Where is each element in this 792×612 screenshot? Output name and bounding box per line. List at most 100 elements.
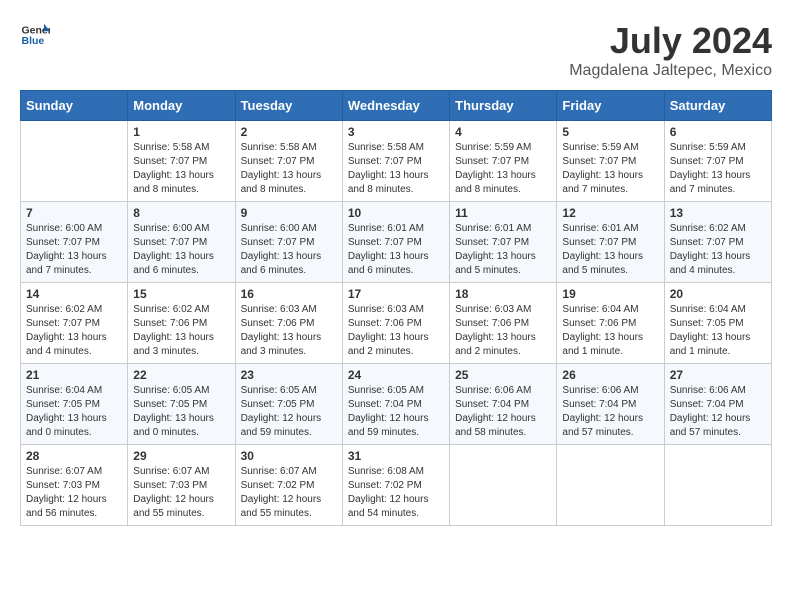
calendar-cell: 16Sunrise: 6:03 AMSunset: 7:06 PMDayligh… <box>235 283 342 364</box>
calendar-week-row: 28 Sunrise: 6:07 AMSunset: 7:03 PMDayligh… <box>21 445 772 526</box>
weekday-header-thursday: Thursday <box>450 91 557 121</box>
calendar-cell: 30 Sunrise: 6:07 AMSunset: 7:02 PMDayligh… <box>235 445 342 526</box>
day-info: Sunrise: 6:04 AMSunset: 7:06 PMDaylight:… <box>562 303 658 359</box>
day-number: 2 <box>241 125 337 139</box>
day-info: Sunrise: 6:04 AMSunset: 7:05 PMDaylight:… <box>670 303 766 359</box>
day-info: Sunrise: 6:08 AMSunset: 7:02 PMDaylight:… <box>348 465 444 521</box>
calendar-cell: 23Sunrise: 6:05 AMSunset: 7:05 PMDayligh… <box>235 364 342 445</box>
calendar-cell: 19 Sunrise: 6:04 AMSunset: 7:06 PMDayligh… <box>557 283 664 364</box>
location-subtitle: Magdalena Jaltepec, Mexico <box>569 62 772 80</box>
weekday-header-friday: Friday <box>557 91 664 121</box>
day-number: 1 <box>133 125 229 139</box>
day-number: 9 <box>241 206 337 220</box>
day-info: Sunrise: 5:58 AMSunset: 7:07 PMDaylight:… <box>133 141 229 197</box>
calendar-cell: 25Sunrise: 6:06 AMSunset: 7:04 PMDayligh… <box>450 364 557 445</box>
calendar-cell: 26Sunrise: 6:06 AMSunset: 7:04 PMDayligh… <box>557 364 664 445</box>
day-number: 27 <box>670 368 766 382</box>
day-info: Sunrise: 6:06 AMSunset: 7:04 PMDaylight:… <box>455 384 551 440</box>
day-info: Sunrise: 6:03 AMSunset: 7:06 PMDaylight:… <box>348 303 444 359</box>
day-info: Sunrise: 6:07 AMSunset: 7:03 PMDaylight:… <box>133 465 229 521</box>
calendar-cell: 12 Sunrise: 6:01 AMSunset: 7:07 PMDayligh… <box>557 202 664 283</box>
calendar-cell: 28Sunrise: 6:07 AMSunset: 7:03 PMDayligh… <box>21 445 128 526</box>
day-info: Sunrise: 5:59 AMSunset: 7:07 PMDaylight:… <box>455 141 551 197</box>
day-number: 4 <box>455 125 551 139</box>
day-number: 7 <box>26 206 122 220</box>
day-number: 24 <box>348 368 444 382</box>
weekday-header-saturday: Saturday <box>664 91 771 121</box>
calendar-cell: 2 Sunrise: 5:58 AMSunset: 7:07 PMDaylight… <box>235 121 342 202</box>
calendar-table: SundayMondayTuesdayWednesdayThursdayFrid… <box>20 90 772 526</box>
day-number: 16 <box>241 287 337 301</box>
calendar-cell: 7 Sunrise: 6:00 AMSunset: 7:07 PMDaylight… <box>21 202 128 283</box>
weekday-header-tuesday: Tuesday <box>235 91 342 121</box>
calendar-cell <box>557 445 664 526</box>
day-info: Sunrise: 5:59 AMSunset: 7:07 PMDaylight:… <box>670 141 766 197</box>
calendar-cell: 24 Sunrise: 6:05 AMSunset: 7:04 PMDayligh… <box>342 364 449 445</box>
calendar-cell <box>450 445 557 526</box>
day-number: 14 <box>26 287 122 301</box>
calendar-week-row: 7 Sunrise: 6:00 AMSunset: 7:07 PMDaylight… <box>21 202 772 283</box>
day-number: 22 <box>133 368 229 382</box>
calendar-cell: 31Sunrise: 6:08 AMSunset: 7:02 PMDayligh… <box>342 445 449 526</box>
day-info: Sunrise: 6:02 AMSunset: 7:07 PMDaylight:… <box>670 222 766 278</box>
calendar-cell: 4 Sunrise: 5:59 AMSunset: 7:07 PMDaylight… <box>450 121 557 202</box>
svg-text:Blue: Blue <box>22 35 45 47</box>
day-info: Sunrise: 6:06 AMSunset: 7:04 PMDaylight:… <box>562 384 658 440</box>
day-number: 20 <box>670 287 766 301</box>
calendar-cell: 3 Sunrise: 5:58 AMSunset: 7:07 PMDaylight… <box>342 121 449 202</box>
calendar-cell: 9 Sunrise: 6:00 AMSunset: 7:07 PMDaylight… <box>235 202 342 283</box>
day-number: 5 <box>562 125 658 139</box>
calendar-cell <box>664 445 771 526</box>
calendar-cell: 5Sunrise: 5:59 AMSunset: 7:07 PMDaylight… <box>557 121 664 202</box>
day-number: 8 <box>133 206 229 220</box>
day-info: Sunrise: 6:02 AMSunset: 7:06 PMDaylight:… <box>133 303 229 359</box>
weekday-header-wednesday: Wednesday <box>342 91 449 121</box>
day-number: 12 <box>562 206 658 220</box>
weekday-header-monday: Monday <box>128 91 235 121</box>
day-info: Sunrise: 6:05 AMSunset: 7:05 PMDaylight:… <box>133 384 229 440</box>
day-number: 15 <box>133 287 229 301</box>
calendar-cell: 11Sunrise: 6:01 AMSunset: 7:07 PMDayligh… <box>450 202 557 283</box>
day-info: Sunrise: 6:07 AMSunset: 7:02 PMDaylight:… <box>241 465 337 521</box>
day-number: 3 <box>348 125 444 139</box>
day-info: Sunrise: 6:04 AMSunset: 7:05 PMDaylight:… <box>26 384 122 440</box>
calendar-cell: 29 Sunrise: 6:07 AMSunset: 7:03 PMDayligh… <box>128 445 235 526</box>
calendar-cell: 22 Sunrise: 6:05 AMSunset: 7:05 PMDayligh… <box>128 364 235 445</box>
weekday-header-sunday: Sunday <box>21 91 128 121</box>
day-number: 21 <box>26 368 122 382</box>
logo-icon: General Blue <box>20 20 50 50</box>
calendar-cell: 14Sunrise: 6:02 AMSunset: 7:07 PMDayligh… <box>21 283 128 364</box>
day-number: 18 <box>455 287 551 301</box>
day-info: Sunrise: 6:00 AMSunset: 7:07 PMDaylight:… <box>26 222 122 278</box>
calendar-cell: 1 Sunrise: 5:58 AMSunset: 7:07 PMDaylight… <box>128 121 235 202</box>
day-info: Sunrise: 6:00 AMSunset: 7:07 PMDaylight:… <box>133 222 229 278</box>
day-number: 28 <box>26 449 122 463</box>
calendar-cell: 6Sunrise: 5:59 AMSunset: 7:07 PMDaylight… <box>664 121 771 202</box>
day-info: Sunrise: 5:58 AMSunset: 7:07 PMDaylight:… <box>241 141 337 197</box>
day-info: Sunrise: 5:58 AMSunset: 7:07 PMDaylight:… <box>348 141 444 197</box>
weekday-header-row: SundayMondayTuesdayWednesdayThursdayFrid… <box>21 91 772 121</box>
day-info: Sunrise: 6:06 AMSunset: 7:04 PMDaylight:… <box>670 384 766 440</box>
calendar-week-row: 21 Sunrise: 6:04 AMSunset: 7:05 PMDayligh… <box>21 364 772 445</box>
day-number: 11 <box>455 206 551 220</box>
day-info: Sunrise: 6:00 AMSunset: 7:07 PMDaylight:… <box>241 222 337 278</box>
day-number: 19 <box>562 287 658 301</box>
calendar-cell: 27 Sunrise: 6:06 AMSunset: 7:04 PMDayligh… <box>664 364 771 445</box>
day-number: 29 <box>133 449 229 463</box>
day-info: Sunrise: 6:03 AMSunset: 7:06 PMDaylight:… <box>455 303 551 359</box>
day-number: 30 <box>241 449 337 463</box>
title-area: July 2024 Magdalena Jaltepec, Mexico <box>569 20 772 80</box>
day-info: Sunrise: 6:05 AMSunset: 7:04 PMDaylight:… <box>348 384 444 440</box>
calendar-cell: 8 Sunrise: 6:00 AMSunset: 7:07 PMDaylight… <box>128 202 235 283</box>
calendar-cell: 10 Sunrise: 6:01 AMSunset: 7:07 PMDayligh… <box>342 202 449 283</box>
calendar-cell: 21 Sunrise: 6:04 AMSunset: 7:05 PMDayligh… <box>21 364 128 445</box>
calendar-cell: 20 Sunrise: 6:04 AMSunset: 7:05 PMDayligh… <box>664 283 771 364</box>
day-number: 23 <box>241 368 337 382</box>
day-info: Sunrise: 6:01 AMSunset: 7:07 PMDaylight:… <box>348 222 444 278</box>
day-number: 10 <box>348 206 444 220</box>
calendar-cell <box>21 121 128 202</box>
day-number: 13 <box>670 206 766 220</box>
calendar-cell: 15 Sunrise: 6:02 AMSunset: 7:06 PMDayligh… <box>128 283 235 364</box>
calendar-week-row: 1 Sunrise: 5:58 AMSunset: 7:07 PMDaylight… <box>21 121 772 202</box>
day-info: Sunrise: 6:01 AMSunset: 7:07 PMDaylight:… <box>562 222 658 278</box>
